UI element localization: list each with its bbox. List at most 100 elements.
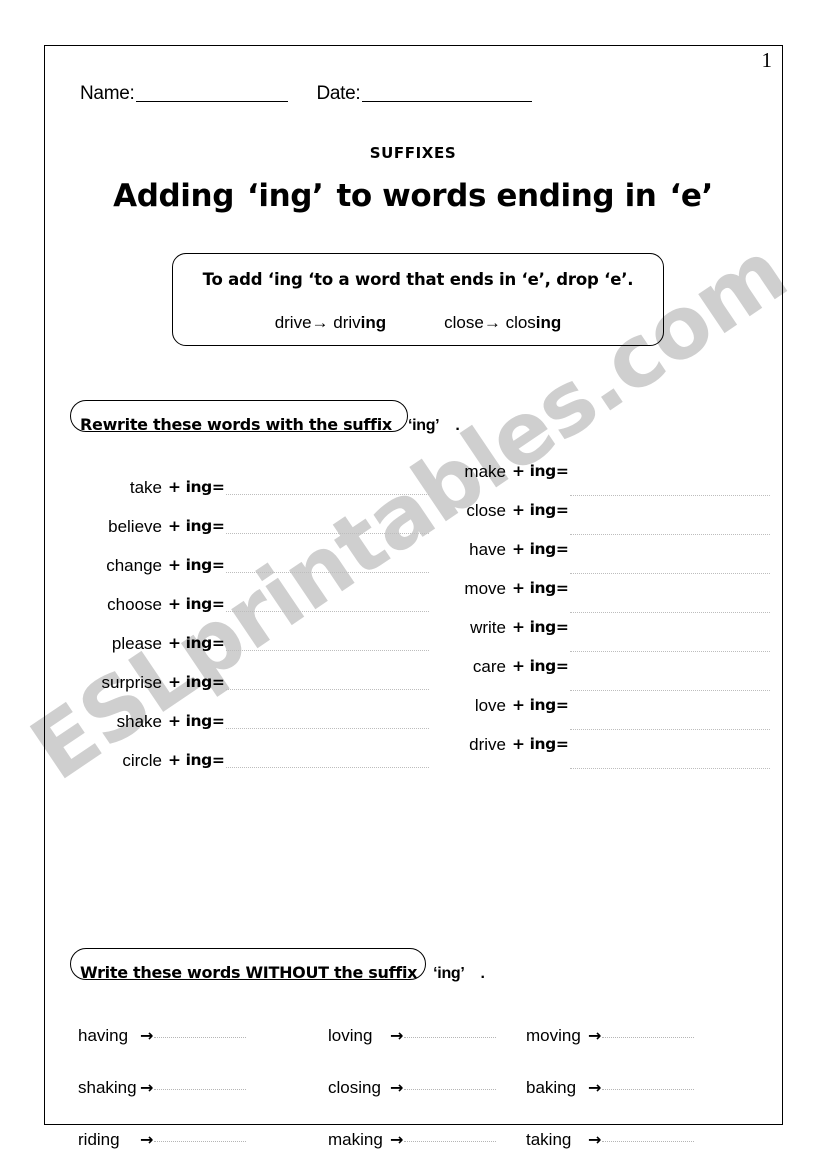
subtitle: SUFFIXES bbox=[369, 144, 457, 162]
exercise1-right-word: make bbox=[464, 462, 506, 481]
exercise1-left-answer-line[interactable] bbox=[226, 494, 429, 495]
exercise1-left-answer-line[interactable] bbox=[226, 611, 429, 612]
exercise1-right-operator: + ing= bbox=[512, 540, 569, 558]
exercise2-word: loving bbox=[328, 1026, 373, 1045]
exercise2-cell: shaking → bbox=[78, 1078, 247, 1098]
exercise1-right-word: move bbox=[464, 579, 506, 598]
exercise2-answer-line[interactable] bbox=[404, 1141, 497, 1142]
exercise1-left-answer-line[interactable] bbox=[226, 689, 429, 690]
exercise2-answer-line[interactable] bbox=[602, 1089, 695, 1090]
exercise1-right-operator: + ing= bbox=[512, 501, 569, 519]
exercise1-right-operator: + ing= bbox=[512, 618, 569, 636]
exercise2-word: making bbox=[328, 1130, 383, 1149]
exercise1-right-answer-line[interactable] bbox=[570, 534, 770, 535]
exercise1-left-operator: + ing= bbox=[168, 634, 225, 652]
exercise1-left-answer-line[interactable] bbox=[226, 728, 429, 729]
exercise1-right-answer-line[interactable] bbox=[570, 573, 770, 574]
exercise2-heading-suffix: ‘ing’ bbox=[433, 965, 465, 982]
page-number: 1 bbox=[761, 48, 773, 72]
rule-example-2-suffix: ing bbox=[535, 313, 562, 332]
exercise2-cell: riding → bbox=[78, 1130, 247, 1150]
exercise1-right-word: write bbox=[470, 618, 506, 637]
arrow-icon: → bbox=[588, 1078, 602, 1097]
arrow-icon: → bbox=[140, 1130, 154, 1149]
exercise2-answer-line[interactable] bbox=[602, 1141, 695, 1142]
exercise1-left-answer-line[interactable] bbox=[226, 572, 429, 573]
exercise1-right-word: close bbox=[466, 501, 506, 520]
exercise1-left-word: choose bbox=[107, 595, 162, 614]
exercise2-word: shaking bbox=[78, 1078, 137, 1097]
rule-examples: drive→ driving close→ closing bbox=[173, 313, 663, 333]
exercise1-left-operator: + ing= bbox=[168, 595, 225, 613]
exercise1-left-answer-line[interactable] bbox=[226, 767, 429, 768]
rule-text: To add ‘ing ‘to a word that ends in ‘e’,… bbox=[202, 270, 634, 289]
exercise2-answer-line[interactable] bbox=[404, 1037, 497, 1038]
date-blank-field[interactable] bbox=[362, 101, 533, 102]
exercise1-right-word: have bbox=[469, 540, 506, 559]
rule-example-1: drive→ driving bbox=[275, 313, 386, 333]
exercise2-cell: having → bbox=[78, 1026, 247, 1046]
exercise1-right-word: drive bbox=[469, 735, 506, 754]
exercise1-left-operator: + ing= bbox=[168, 478, 225, 496]
exercise2-answer-line[interactable] bbox=[602, 1037, 695, 1038]
title-word-ing: ‘ing’ bbox=[246, 178, 324, 214]
title-word-e: ‘e’ bbox=[669, 178, 713, 214]
page-title: Adding ‘ing’ to words ending in ‘e’ bbox=[0, 178, 826, 214]
exercise1-left-word: circle bbox=[122, 751, 162, 770]
arrow-icon: → bbox=[390, 1026, 404, 1045]
exercise1-heading-suffix: ‘ing’ bbox=[407, 417, 440, 434]
exercise2-cell: taking → bbox=[526, 1130, 695, 1150]
exercise1-right-answer-line[interactable] bbox=[570, 690, 770, 691]
exercise2-word: having bbox=[78, 1026, 129, 1045]
exercise1-right-answer-line[interactable] bbox=[570, 768, 770, 769]
exercise1-left-answer-line[interactable] bbox=[226, 533, 429, 534]
arrow-icon: → bbox=[140, 1026, 154, 1045]
exercise1-right-operator: + ing= bbox=[512, 579, 569, 597]
exercise1-right-answer-line[interactable] bbox=[570, 651, 770, 652]
exercise2-heading-period: . bbox=[480, 965, 485, 982]
title-word-adding: Adding bbox=[113, 178, 234, 214]
exercise1-heading-main: Rewrite these words with the suffix bbox=[80, 415, 392, 434]
exercise1-left-word: believe bbox=[108, 517, 162, 536]
exercise1-left-operator: + ing= bbox=[168, 712, 225, 730]
exercise1-left-operator: + ing= bbox=[168, 556, 225, 574]
exercise2-cell: closing → bbox=[328, 1078, 497, 1098]
name-blank-field[interactable] bbox=[136, 101, 289, 102]
exercise1-right-operator: + ing= bbox=[512, 657, 569, 675]
exercise2-row: shaking → closing → baking → bbox=[78, 1078, 738, 1130]
rule-box: To add ‘ing ‘to a word that ends in ‘e’,… bbox=[172, 253, 664, 346]
exercise2-word: taking bbox=[526, 1130, 572, 1149]
exercise1-right-operator: + ing= bbox=[512, 696, 569, 714]
exercise1-left-word: take bbox=[129, 478, 162, 497]
worksheet-page: ESLprintables.com 1 Name: Date: SUFFIXES … bbox=[0, 0, 826, 1169]
exercise1-right-answer-line[interactable] bbox=[570, 612, 770, 613]
rule-example-1-suffix: ing bbox=[360, 313, 387, 332]
exercise2-word: baking bbox=[526, 1078, 577, 1097]
exercise2-cell: baking → bbox=[526, 1078, 695, 1098]
date-label: Date: bbox=[316, 83, 361, 104]
exercise1-right-answer-line[interactable] bbox=[570, 495, 770, 496]
exercise1-left-word: shake bbox=[116, 712, 162, 731]
exercise1-right-answer-line[interactable] bbox=[570, 729, 770, 730]
exercise1-right-word: care bbox=[472, 657, 506, 676]
title-phrase-towords: to words ending in bbox=[336, 178, 657, 214]
exercise1-left-word: surprise bbox=[101, 673, 162, 692]
name-date-row: Name: Date: bbox=[80, 83, 533, 105]
exercise2-heading-main: Write these words WITHOUT the suffix bbox=[80, 963, 418, 982]
exercise2-cell: moving → bbox=[526, 1026, 695, 1046]
arrow-icon: → bbox=[588, 1130, 602, 1149]
rule-example-2: close→ closing bbox=[444, 313, 561, 333]
exercise1-heading-text: Rewrite these words with the suffix ‘ing’… bbox=[80, 415, 460, 435]
exercise2-answer-line[interactable] bbox=[154, 1089, 247, 1090]
exercise2-heading-text: Write these words WITHOUT the suffix ‘ing… bbox=[80, 963, 485, 983]
arrow-icon: → bbox=[390, 1078, 404, 1097]
arrow-icon: → bbox=[390, 1130, 404, 1149]
exercise2-answer-line[interactable] bbox=[154, 1141, 247, 1142]
exercise1-right-operator: + ing= bbox=[512, 462, 569, 480]
exercise1-left-answer-line[interactable] bbox=[226, 650, 429, 651]
exercise2-answer-line[interactable] bbox=[404, 1089, 497, 1090]
exercise1-left-word: change bbox=[106, 556, 162, 575]
exercise2-answer-line[interactable] bbox=[154, 1037, 247, 1038]
rule-example-1-base: drive→ driv bbox=[274, 313, 361, 332]
arrow-icon: → bbox=[588, 1026, 602, 1045]
